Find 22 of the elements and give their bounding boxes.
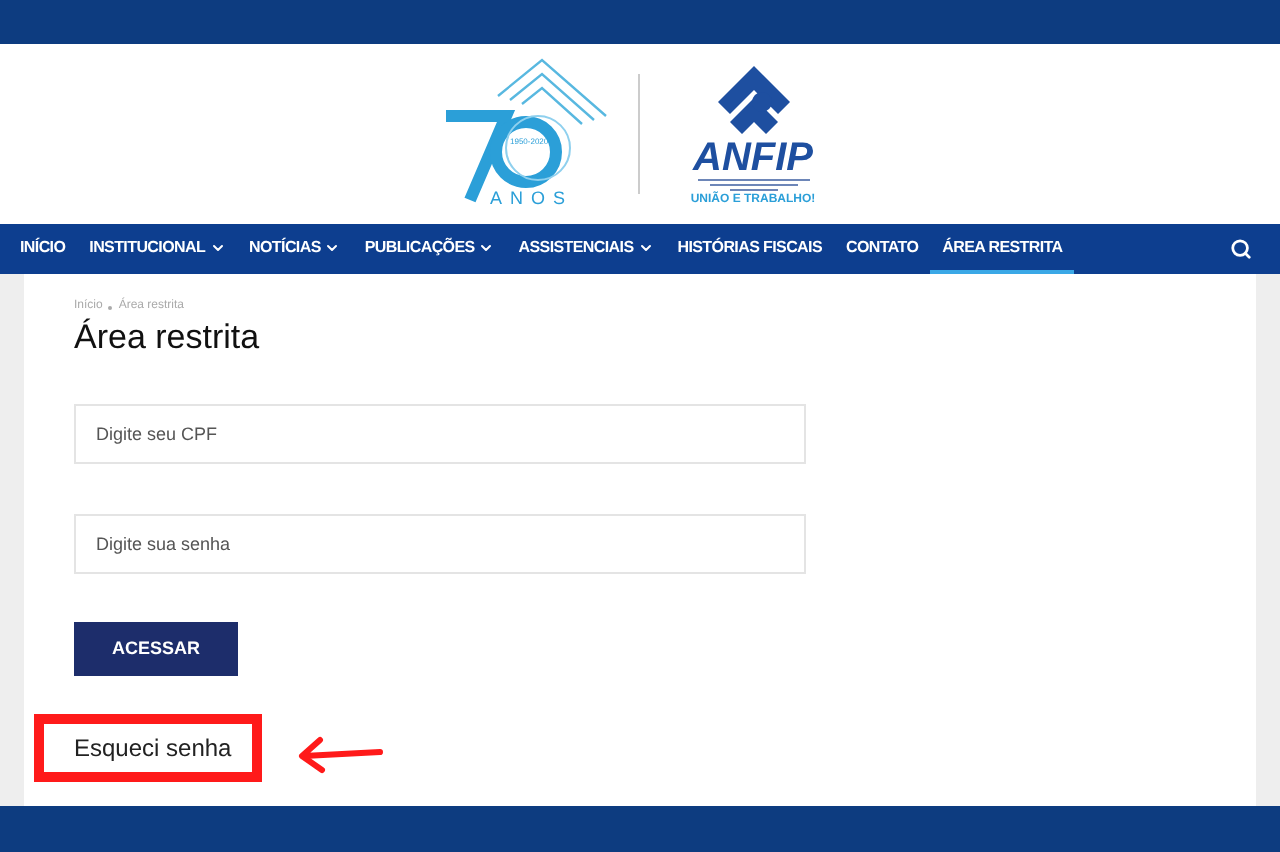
chevron-icon [324, 239, 341, 255]
input-field[interactable]: Digite seu CPF [74, 404, 806, 464]
search-icon[interactable] [1230, 238, 1252, 260]
breadcrumb-separator-icon [108, 305, 113, 309]
nav-item[interactable]: NOTÍCIAS [237, 224, 353, 274]
fine-print-drawing [697, 177, 809, 191]
chevron-icon [209, 239, 226, 255]
forgot-password-link[interactable]: Esqueci senha [74, 730, 232, 766]
annotation-arrow [296, 734, 384, 774]
chevron-icon [478, 239, 495, 255]
nav-item[interactable]: CONTATO [834, 224, 931, 274]
nav-item[interactable]: PUBLICAÇÕES [352, 224, 507, 274]
input-field[interactable]: Digite sua senha [74, 514, 806, 574]
nav-item[interactable]: INÍCIO [8, 224, 78, 274]
divider [637, 74, 639, 194]
page-title: Área restrita [74, 318, 262, 358]
nav-item[interactable]: HISTÓRIAS FISCAIS [665, 224, 834, 274]
brand-name: ANFIP [693, 137, 813, 177]
submit-button[interactable]: ACESSAR [74, 622, 238, 676]
chevron-icon [637, 239, 654, 255]
nav-item[interactable]: ASSISTENCIAIS [506, 224, 666, 274]
nav-item[interactable]: INSTITUCIONAL [77, 224, 238, 274]
